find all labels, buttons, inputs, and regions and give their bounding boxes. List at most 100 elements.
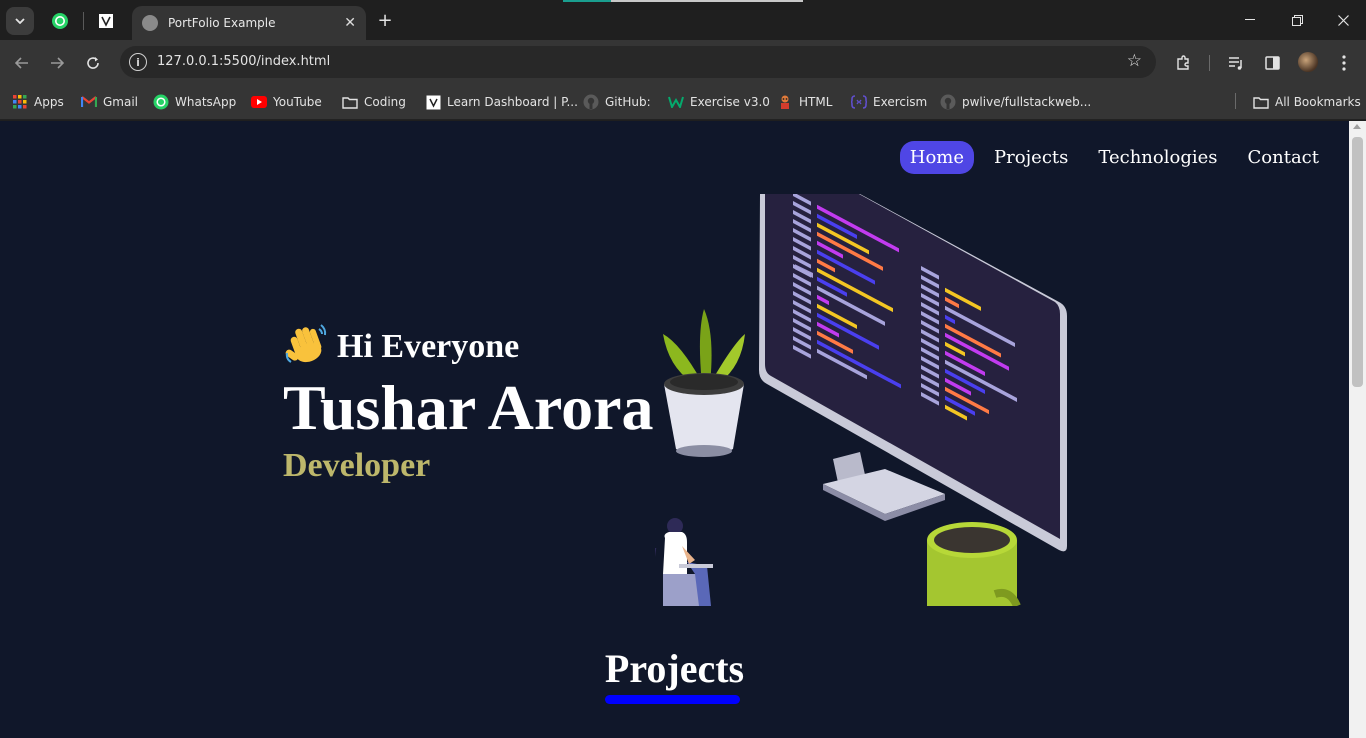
coffee-mug xyxy=(927,522,1021,606)
bookmarks-bar: Apps Gmail WhatsApp YouTube Coding Learn… xyxy=(0,84,1366,120)
projects-heading-underline xyxy=(605,695,740,704)
nav-projects[interactable]: Projects xyxy=(984,141,1078,174)
gmail-icon xyxy=(81,94,97,110)
new-tab-button[interactable]: + xyxy=(374,9,396,31)
active-tab[interactable]: PortFolio Example ✕ xyxy=(132,6,366,40)
nav-home[interactable]: Home xyxy=(899,141,975,174)
whatsapp-icon xyxy=(52,13,68,29)
restore-button[interactable] xyxy=(1282,8,1312,32)
bookmark-label: Gmail xyxy=(103,95,139,109)
bookmark-label: YouTube xyxy=(273,95,322,109)
bookmark-exercism[interactable]: Exercism xyxy=(851,93,927,111)
bookmark-label: Learn Dashboard | P... xyxy=(447,95,578,109)
html-bookmark-icon xyxy=(777,94,793,110)
address-bar[interactable]: i 127.0.0.1:5500/index.html ☆ xyxy=(120,46,1156,78)
side-panel-button[interactable] xyxy=(1261,52,1283,74)
projects-heading: Projects xyxy=(604,646,745,691)
bookmark-html[interactable]: HTML xyxy=(777,93,832,111)
github-icon xyxy=(940,94,956,110)
bookmark-apps[interactable]: Apps xyxy=(12,93,64,111)
bookmark-label: WhatsApp xyxy=(175,95,237,109)
all-bookmarks-button[interactable]: All Bookmarks xyxy=(1253,93,1361,111)
scrollbar-thumb[interactable] xyxy=(1352,137,1363,387)
minimize-button[interactable] xyxy=(1235,8,1265,32)
portfolio-page: Home Projects Technologies Contact Hi Ev… xyxy=(0,121,1349,738)
reload-button[interactable] xyxy=(80,50,106,76)
media-control-button[interactable] xyxy=(1225,52,1247,74)
bookmark-pwlive[interactable]: pwlive/fullstackweb... xyxy=(940,93,1091,111)
back-button[interactable] xyxy=(9,50,35,76)
bookmark-label: Apps xyxy=(34,95,64,109)
bookmark-gmail[interactable]: Gmail xyxy=(81,93,138,111)
exercism-icon xyxy=(851,94,867,110)
bookmark-learn-dashboard[interactable]: Learn Dashboard | P... xyxy=(425,93,578,111)
close-tab-icon[interactable]: ✕ xyxy=(344,15,356,31)
bookmark-label: Coding xyxy=(364,95,406,109)
side-panel-icon xyxy=(1264,56,1280,70)
developer-illustration xyxy=(655,194,1067,606)
hero-name: Tushar Arora xyxy=(283,372,654,443)
waving-hand-icon xyxy=(283,319,329,375)
globe-icon xyxy=(142,15,158,31)
scroll-up-arrow-icon[interactable] xyxy=(1353,124,1361,129)
nav-contact[interactable]: Contact xyxy=(1238,141,1329,174)
hero-role: Developer xyxy=(283,447,431,484)
kebab-menu-icon xyxy=(1342,55,1346,71)
toolbar-separator xyxy=(1209,55,1210,71)
puzzle-icon xyxy=(1177,55,1189,70)
profile-avatar[interactable] xyxy=(1298,52,1318,72)
back-arrow-icon xyxy=(15,57,28,69)
bookmark-folder-coding[interactable]: Coding xyxy=(342,93,406,111)
reload-icon xyxy=(87,57,99,69)
greeting: Hi Everyone xyxy=(283,319,654,375)
url-text[interactable]: 127.0.0.1:5500/index.html xyxy=(157,54,330,69)
greeting-text: Hi Everyone xyxy=(337,328,520,365)
learn-dashboard-icon xyxy=(425,94,441,110)
forward-button[interactable] xyxy=(44,50,70,76)
bookmark-label: Exercism xyxy=(873,95,928,109)
exercise-icon xyxy=(668,94,684,110)
bookmark-label: HTML xyxy=(799,95,833,109)
bookmark-whatsapp[interactable]: WhatsApp xyxy=(153,93,236,111)
pinned-tab-learn[interactable] xyxy=(92,8,120,34)
github-icon xyxy=(583,94,599,110)
learn-dashboard-icon xyxy=(99,14,113,28)
close-window-button[interactable] xyxy=(1328,8,1358,32)
bookmark-label: pwlive/fullstackweb... xyxy=(962,95,1092,109)
pinned-tab-whatsapp[interactable] xyxy=(46,8,74,34)
tab-strip-accent xyxy=(563,0,803,2)
browser-toolbar: i 127.0.0.1:5500/index.html ☆ xyxy=(0,40,1366,84)
bookmarks-separator xyxy=(1235,93,1236,109)
forward-arrow-icon xyxy=(51,57,64,69)
youtube-icon xyxy=(251,94,267,110)
minimize-icon xyxy=(1245,19,1255,20)
folder-icon xyxy=(1253,94,1269,110)
bookmark-star-icon[interactable]: ☆ xyxy=(1127,51,1142,71)
potted-plant xyxy=(663,309,745,457)
nav-technologies[interactable]: Technologies xyxy=(1088,141,1227,174)
person-with-laptop xyxy=(655,518,713,606)
page-scrollbar[interactable] xyxy=(1349,121,1366,738)
tab-search-button[interactable] xyxy=(6,7,34,35)
whatsapp-icon xyxy=(153,94,169,110)
chevron-down-icon xyxy=(15,18,25,24)
tab-separator xyxy=(83,12,84,30)
site-navbar: Home Projects Technologies Contact xyxy=(899,141,1329,174)
bookmark-github[interactable]: GitHub: xyxy=(583,93,651,111)
media-queue-icon xyxy=(1229,57,1242,70)
all-bookmarks-label: All Bookmarks xyxy=(1275,95,1361,109)
site-info-icon[interactable]: i xyxy=(129,53,147,71)
bookmark-exercise[interactable]: Exercise v3.0 xyxy=(668,93,770,111)
close-icon xyxy=(1337,14,1349,26)
extensions-button[interactable] xyxy=(1172,52,1194,74)
apps-grid-icon xyxy=(12,94,28,110)
hero-text: Hi Everyone Tushar Arora Developer xyxy=(283,319,654,485)
bookmark-label: Exercise v3.0 xyxy=(690,95,770,109)
bookmark-youtube[interactable]: YouTube xyxy=(251,93,322,111)
bookmark-label: GitHub: xyxy=(605,95,651,109)
folder-icon xyxy=(342,94,358,110)
restore-icon xyxy=(1291,14,1303,26)
browser-menu-button[interactable] xyxy=(1333,52,1355,74)
browser-tab-strip: PortFolio Example ✕ + xyxy=(0,0,1366,40)
tab-title: PortFolio Example xyxy=(168,16,276,30)
